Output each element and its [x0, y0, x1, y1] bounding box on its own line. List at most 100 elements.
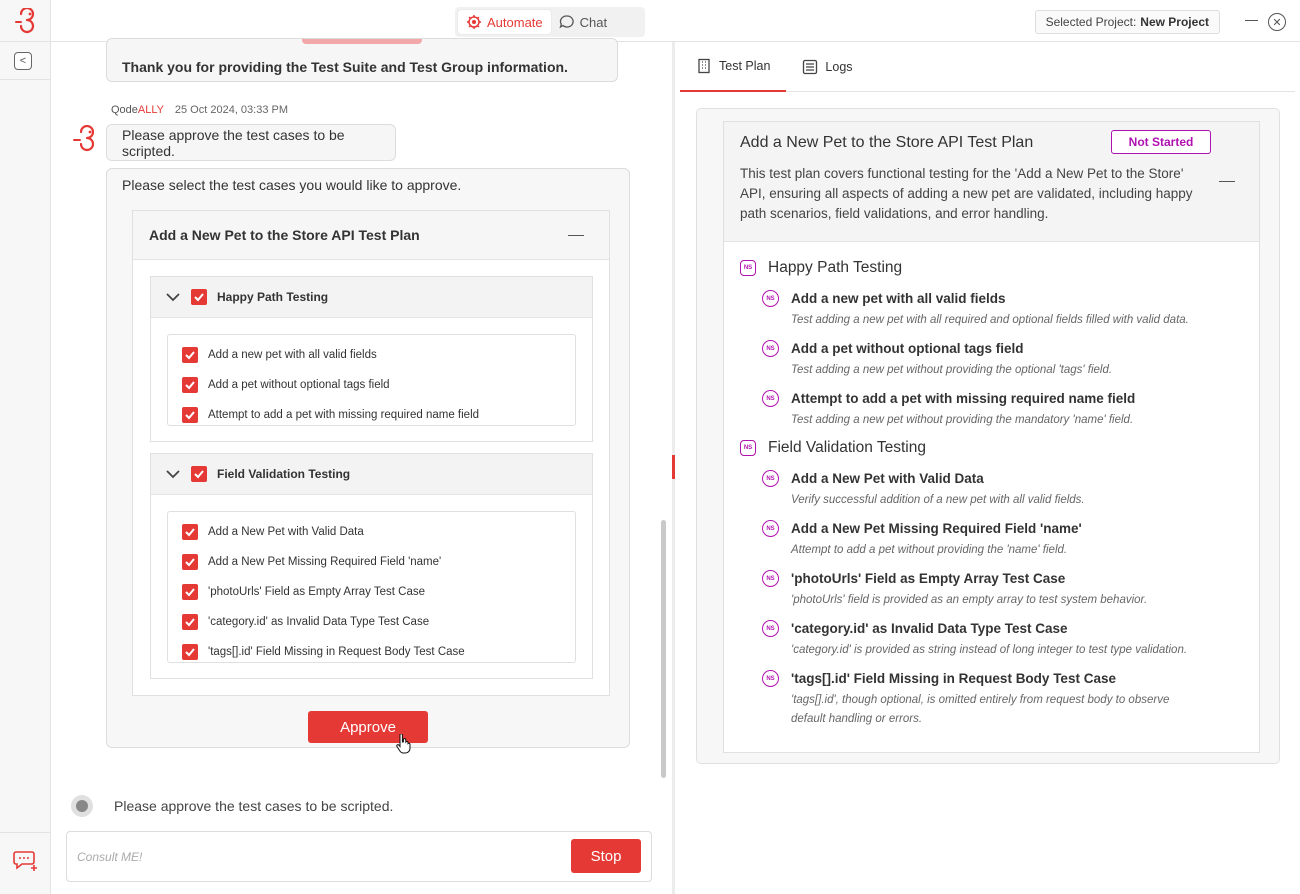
plan-case-title: Add a pet without optional tags field: [791, 341, 1024, 356]
selection-case-list: Add a New Pet with Valid Data Add a New …: [167, 511, 576, 663]
checkmark-icon: [185, 648, 195, 657]
plan-case-title: Add a New Pet Missing Required Field 'na…: [791, 521, 1082, 536]
plan-case-desc: Verify successful addition of a new pet …: [791, 494, 1085, 506]
test-plan-inner: Add a New Pet to the Store API Test Plan…: [723, 121, 1260, 753]
checkmark-icon: [185, 558, 195, 567]
mode-chat-label: Chat: [579, 14, 608, 30]
collapse-sidebar-icon[interactable]: <: [14, 52, 32, 70]
plan-case-title: 'category.id' as Invalid Data Type Test …: [791, 621, 1068, 636]
not-started-icon: NS: [762, 470, 779, 487]
project-prefix: Selected Project:: [1045, 15, 1137, 29]
qodeally-logo-icon[interactable]: [13, 8, 39, 34]
plan-case: NS Attempt to add a pet with missing requ…: [762, 390, 1202, 430]
case-checkbox[interactable]: [182, 614, 198, 630]
approve-request-text: Please approve the test cases to be scri…: [122, 126, 345, 159]
selection-plan-title: Add a New Pet to the Store API Test Plan: [149, 227, 420, 243]
chat-pane: Thank you for providing the Test Suite a…: [51, 38, 672, 894]
case-checkbox[interactable]: [182, 407, 198, 423]
case-checkbox[interactable]: [182, 554, 198, 570]
message-input[interactable]: [77, 846, 557, 868]
selection-group: Field Validation Testing Add a New Pet w…: [150, 453, 593, 679]
selection-group: Happy Path Testing Add a new pet with al…: [150, 276, 593, 442]
collapse-plan-icon[interactable]: [1219, 181, 1235, 182]
case-checkbox[interactable]: [182, 584, 198, 600]
sender-name-first: Qode: [111, 104, 138, 116]
selection-case[interactable]: 'photoUrls' Field as Empty Array Test Ca…: [168, 577, 575, 607]
not-started-icon: NS: [762, 340, 779, 357]
checkmark-icon: [194, 293, 204, 302]
tab-logs[interactable]: Logs: [786, 42, 868, 92]
chevron-down-icon[interactable]: [165, 289, 181, 305]
plan-case: NS 'category.id' as Invalid Data Type Tes…: [762, 620, 1202, 660]
plan-case: NS Add a pet without optional tags field …: [762, 340, 1202, 380]
selected-project[interactable]: Selected Project: New Project: [1034, 10, 1220, 34]
stop-button[interactable]: Stop: [571, 839, 641, 873]
selection-case[interactable]: Add a pet without optional tags field: [168, 370, 575, 400]
plan-case: NS Add a New Pet with Valid Data Verify s…: [762, 470, 1202, 510]
plan-case-desc: Test adding a new pet with all required …: [791, 314, 1189, 326]
selection-case-label: Add a new pet with all valid fields: [208, 349, 377, 361]
plan-group: NS Field Validation Testing: [740, 439, 926, 457]
selection-case-label: 'photoUrls' Field as Empty Array Test Ca…: [208, 586, 426, 598]
group-checkbox[interactable]: [191, 466, 207, 482]
test-plan-card: Add a New Pet to the Store API Test Plan…: [696, 108, 1280, 764]
selection-case[interactable]: Add a New Pet with Valid Data: [168, 517, 575, 547]
plan-group-name: Field Validation Testing: [768, 439, 926, 456]
plan-case-title: Add a New Pet with Valid Data: [791, 471, 984, 486]
selection-case-label: 'category.id' as Invalid Data Type Test …: [208, 616, 430, 628]
selection-case[interactable]: 'tags[].id' Field Missing in Request Bod…: [168, 637, 575, 667]
status-text: Please approve the test cases to be scri…: [114, 798, 394, 814]
not-started-icon: NS: [762, 520, 779, 537]
mode-chat[interactable]: Chat: [551, 10, 615, 34]
bot-avatar-icon: [73, 125, 95, 152]
plan-case: NS Add a New Pet Missing Required Field '…: [762, 520, 1202, 560]
selection-group-header[interactable]: Field Validation Testing: [151, 454, 592, 495]
checkmark-icon: [194, 470, 204, 479]
minimize-icon[interactable]: [1245, 20, 1258, 21]
plan-case-desc: 'category.id' is provided as string inst…: [791, 644, 1188, 656]
selection-case[interactable]: Add a new pet with all valid fields: [168, 340, 575, 370]
selection-case[interactable]: Add a New Pet Missing Required Field 'na…: [168, 547, 575, 577]
building-icon: [698, 58, 710, 74]
selection-group-name: Field Validation Testing: [217, 467, 351, 481]
test-plan-header: Add a New Pet to the Store API Test Plan…: [724, 122, 1259, 242]
case-checkbox[interactable]: [182, 347, 198, 363]
status-badge: Not Started: [1111, 130, 1211, 154]
collapse-plan-icon[interactable]: [568, 235, 584, 236]
case-checkbox[interactable]: [182, 377, 198, 393]
gear-robot-icon: [467, 15, 481, 29]
new-chat-icon[interactable]: [13, 849, 39, 873]
test-plan-description: This test plan covers functional testing…: [740, 166, 1193, 221]
tab-test-plan[interactable]: Test Plan: [680, 42, 787, 92]
chat-bubble-icon: [559, 15, 574, 29]
group-checkbox[interactable]: [191, 289, 207, 305]
mode-switch: Automate Chat: [455, 7, 645, 37]
approve-request-bubble: Please approve the test cases to be scri…: [106, 124, 396, 161]
checkmark-icon: [185, 351, 195, 360]
not-started-icon: NS: [762, 390, 779, 407]
plan-case-title: 'photoUrls' Field as Empty Array Test Ca…: [791, 571, 1066, 586]
mode-automate-label: Automate: [487, 14, 543, 30]
selection-plan-header[interactable]: Add a New Pet to the Store API Test Plan: [133, 211, 609, 260]
chevron-down-icon[interactable]: [165, 466, 181, 482]
case-checkbox[interactable]: [182, 644, 198, 660]
not-started-icon: NS: [762, 570, 779, 587]
message-sender: QodeALLY 25 Oct 2024, 03:33 PM: [111, 104, 288, 116]
case-checkbox[interactable]: [182, 524, 198, 540]
message-timestamp: 25 Oct 2024, 03:33 PM: [174, 104, 289, 116]
close-icon[interactable]: ✕: [1268, 13, 1286, 31]
rail-divider: [0, 832, 51, 833]
selection-case[interactable]: 'category.id' as Invalid Data Type Test …: [168, 607, 575, 637]
test-plan-title: Add a New Pet to the Store API Test Plan: [740, 134, 1034, 151]
selection-prompt: Please select the test cases you would l…: [122, 177, 462, 193]
plan-case-title: 'tags[].id' Field Missing in Request Bod…: [791, 671, 1116, 686]
left-rail: <: [0, 0, 51, 894]
chat-scrollbar[interactable]: [661, 520, 666, 778]
mode-automate[interactable]: Automate: [458, 10, 551, 34]
plan-case-desc: Test adding a new pet without providing …: [791, 414, 1134, 426]
selection-group-header[interactable]: Happy Path Testing: [151, 277, 592, 318]
not-started-icon: NS: [762, 670, 779, 687]
selection-case-label: Attempt to add a pet with missing requir…: [208, 409, 480, 421]
checkmark-icon: [185, 528, 195, 537]
selection-case[interactable]: Attempt to add a pet with missing requir…: [168, 400, 575, 430]
